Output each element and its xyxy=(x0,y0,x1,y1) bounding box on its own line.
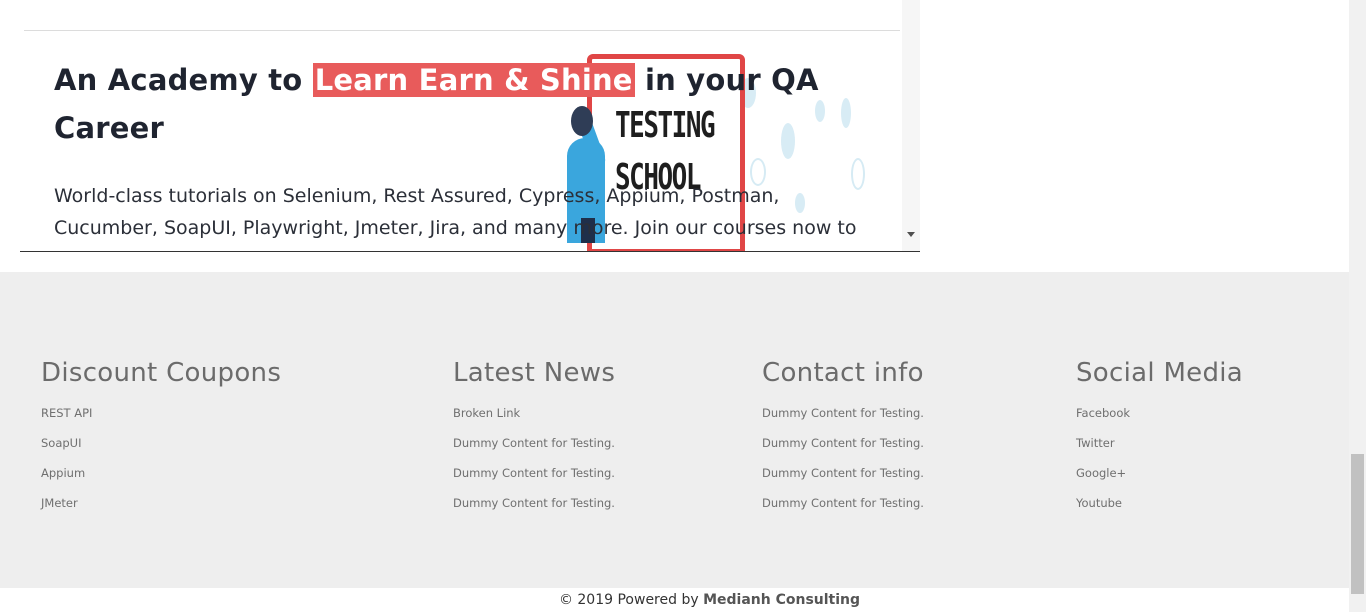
list-item: Youtube xyxy=(1076,494,1243,524)
footer-link[interactable]: Broken Link xyxy=(453,406,520,420)
footer-link[interactable]: Dummy Content for Testing. xyxy=(453,496,615,510)
footer-link-list: Broken Link Dummy Content for Testing. D… xyxy=(453,404,615,524)
list-item: Dummy Content for Testing. xyxy=(762,404,924,434)
footer-heading: Contact info xyxy=(762,358,924,388)
footer-link-list: REST API SoapUI Appium JMeter xyxy=(41,404,281,524)
site-footer: Discount Coupons REST API SoapUI Appium … xyxy=(0,272,1349,588)
embedded-frame[interactable]: TESTING SCHOOL An Academy to Learn Earn … xyxy=(20,0,920,251)
list-item: SoapUI xyxy=(41,434,281,464)
footer-link[interactable]: Dummy Content for Testing. xyxy=(453,436,615,450)
footer-link[interactable]: Dummy Content for Testing. xyxy=(762,466,924,480)
footer-link[interactable]: Facebook xyxy=(1076,406,1130,420)
copyright-bar: © 2019 Powered by Medianh Consulting xyxy=(0,588,1349,612)
list-item: JMeter xyxy=(41,494,281,524)
divider xyxy=(24,30,900,31)
scrollbar-thumb[interactable] xyxy=(1351,454,1364,594)
footer-link-list: Facebook Twitter Google+ Youtube xyxy=(1076,404,1243,524)
list-item: Dummy Content for Testing. xyxy=(453,434,615,464)
footer-link[interactable]: JMeter xyxy=(41,496,78,510)
footer-link[interactable]: Youtube xyxy=(1076,496,1122,510)
hero-description: World-class tutorials on Selenium, Rest … xyxy=(54,185,857,251)
footer-link[interactable]: REST API xyxy=(41,406,92,420)
list-item: Dummy Content for Testing. xyxy=(762,464,924,494)
footer-link[interactable]: Dummy Content for Testing. xyxy=(762,436,924,450)
company-link[interactable]: Medianh Consulting xyxy=(703,592,860,608)
copyright-text: © 2019 Powered by xyxy=(558,592,704,608)
footer-link[interactable]: Dummy Content for Testing. xyxy=(762,496,924,510)
page-scrollbar[interactable] xyxy=(1349,0,1366,612)
footer-link[interactable]: Appium xyxy=(41,466,85,480)
list-item: Twitter xyxy=(1076,434,1243,464)
footer-link[interactable]: SoapUI xyxy=(41,436,82,450)
footer-heading: Discount Coupons xyxy=(41,358,282,388)
footer-column-social-media: Social Media Facebook Twitter Google+ Yo… xyxy=(1076,356,1243,524)
list-item: REST API xyxy=(41,404,281,434)
list-item: Broken Link xyxy=(453,404,615,434)
list-item: Appium xyxy=(41,464,281,494)
list-item: Dummy Content for Testing. xyxy=(453,494,615,524)
footer-link[interactable]: Dummy Content for Testing. xyxy=(762,406,924,420)
footer-column-latest-news: Latest News Broken Link Dummy Content fo… xyxy=(453,356,615,524)
frame-border xyxy=(20,251,920,252)
frame-scrollbar[interactable] xyxy=(902,0,920,251)
footer-heading: Social Media xyxy=(1076,358,1244,388)
footer-link[interactable]: Twitter xyxy=(1076,436,1115,450)
footer-heading: Latest News xyxy=(453,358,616,388)
footer-link[interactable]: Dummy Content for Testing. xyxy=(453,466,615,480)
footer-column-contact-info: Contact info Dummy Content for Testing. … xyxy=(762,356,924,524)
footer-link-list: Dummy Content for Testing. Dummy Content… xyxy=(762,404,924,524)
hero-heading: An Academy to Learn Earn & Shine in your… xyxy=(54,56,854,152)
list-item: Google+ xyxy=(1076,464,1243,494)
footer-column-discount-coupons: Discount Coupons REST API SoapUI Appium … xyxy=(41,356,281,524)
heading-highlight: Learn Earn & Shine xyxy=(312,63,635,97)
list-item: Dummy Content for Testing. xyxy=(453,464,615,494)
footer-link[interactable]: Google+ xyxy=(1076,466,1126,480)
list-item: Dummy Content for Testing. xyxy=(762,494,924,524)
list-item: Facebook xyxy=(1076,404,1243,434)
heading-text: An Academy to xyxy=(54,63,313,97)
list-item: Dummy Content for Testing. xyxy=(762,434,924,464)
scroll-down-arrow-icon[interactable] xyxy=(907,232,915,237)
